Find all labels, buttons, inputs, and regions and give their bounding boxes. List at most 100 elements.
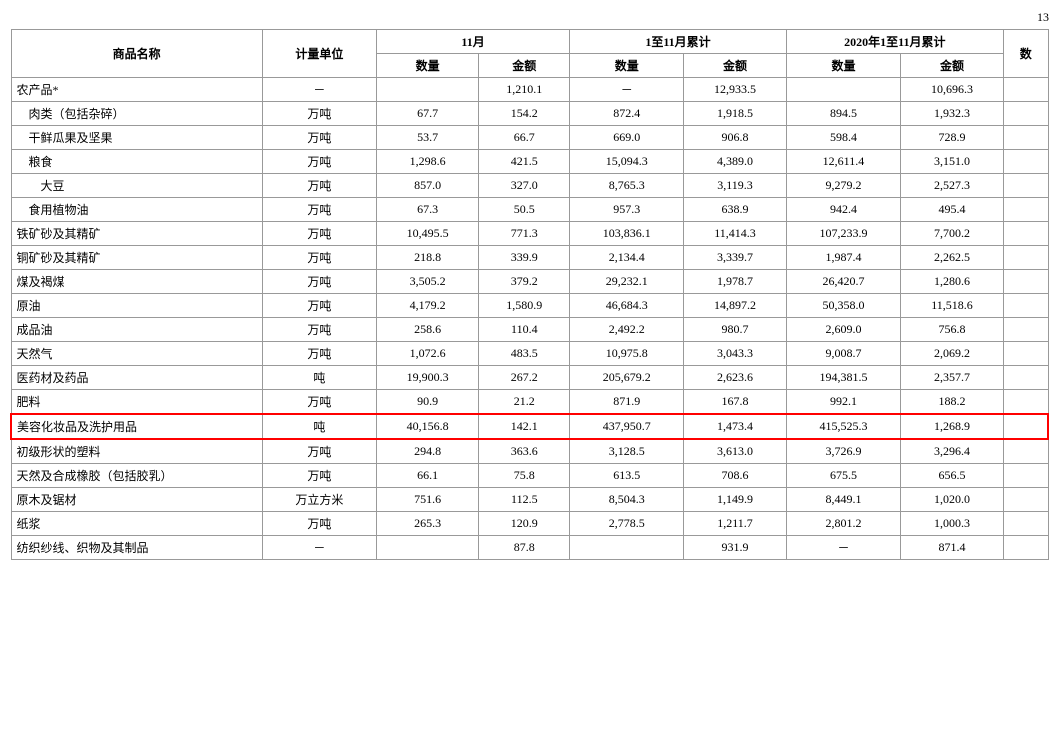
- cell-name: 天然气: [11, 342, 262, 366]
- cell-ratio: [1003, 366, 1048, 390]
- cell-ratio: [1003, 390, 1048, 415]
- cell-ratio: [1003, 464, 1048, 488]
- cell-nov-qty: 857.0: [376, 174, 478, 198]
- cell-ytd-qty: 15,094.3: [570, 150, 684, 174]
- cell-ytd-qty: 437,950.7: [570, 414, 684, 439]
- cell-ytd-amt: 4,389.0: [684, 150, 786, 174]
- cell-unit: 吨: [262, 414, 376, 439]
- cell-ytd-qty: 613.5: [570, 464, 684, 488]
- cell-ytd-qty: 8,504.3: [570, 488, 684, 512]
- cell-prev-ytd-amt: 728.9: [901, 126, 1004, 150]
- cell-ytd-amt: 1,918.5: [684, 102, 786, 126]
- cell-ytd-amt: 12,933.5: [684, 78, 786, 102]
- cell-prev-ytd-qty: 894.5: [786, 102, 900, 126]
- cell-ratio: [1003, 102, 1048, 126]
- table-row: 医药材及药品吨19,900.3267.2205,679.22,623.6194,…: [11, 366, 1048, 390]
- cell-ytd-qty: 872.4: [570, 102, 684, 126]
- cell-nov-qty: 751.6: [376, 488, 478, 512]
- col-header-ratio: 数: [1003, 30, 1048, 78]
- cell-ytd-amt: 906.8: [684, 126, 786, 150]
- header-row-1: 商品名称 计量单位 11月 1至11月累计 2020年1至11月累计 数: [11, 30, 1048, 54]
- cell-prev-ytd-qty: 8,449.1: [786, 488, 900, 512]
- col-header-ytd: 1至11月累计: [570, 30, 787, 54]
- cell-nov-amt: 66.7: [479, 126, 570, 150]
- col-subheader-ytd-amt: 金额: [684, 54, 786, 78]
- cell-unit: 万吨: [262, 439, 376, 464]
- cell-ratio: [1003, 270, 1048, 294]
- cell-nov-amt: 1,210.1: [479, 78, 570, 102]
- table-row: 粮食万吨1,298.6421.515,094.34,389.012,611.43…: [11, 150, 1048, 174]
- cell-nov-qty: 67.3: [376, 198, 478, 222]
- cell-unit: 万吨: [262, 318, 376, 342]
- cell-prev-ytd-amt: 1,020.0: [901, 488, 1004, 512]
- cell-nov-qty: 1,072.6: [376, 342, 478, 366]
- col-header-unit: 计量单位: [262, 30, 376, 78]
- cell-nov-qty: 90.9: [376, 390, 478, 415]
- cell-prev-ytd-amt: 11,518.6: [901, 294, 1004, 318]
- cell-nov-qty: 258.6: [376, 318, 478, 342]
- col-subheader-ytd-qty: 数量: [570, 54, 684, 78]
- page-number: 13: [10, 10, 1049, 25]
- cell-ytd-qty: 46,684.3: [570, 294, 684, 318]
- cell-prev-ytd-qty: 3,726.9: [786, 439, 900, 464]
- cell-unit: －: [262, 78, 376, 102]
- table-row: 成品油万吨258.6110.42,492.2980.72,609.0756.8: [11, 318, 1048, 342]
- table-row: 纺织纱线、织物及其制品－87.8931.9－871.4: [11, 536, 1048, 560]
- cell-nov-amt: 421.5: [479, 150, 570, 174]
- cell-nov-qty: 19,900.3: [376, 366, 478, 390]
- cell-nov-amt: 379.2: [479, 270, 570, 294]
- cell-name: 肥料: [11, 390, 262, 415]
- cell-unit: 万吨: [262, 390, 376, 415]
- cell-ratio: [1003, 439, 1048, 464]
- cell-prev-ytd-qty: 26,420.7: [786, 270, 900, 294]
- cell-name: 煤及褐煤: [11, 270, 262, 294]
- cell-ytd-qty: [570, 536, 684, 560]
- cell-prev-ytd-qty: 1,987.4: [786, 246, 900, 270]
- cell-prev-ytd-amt: 10,696.3: [901, 78, 1004, 102]
- cell-ytd-qty: 205,679.2: [570, 366, 684, 390]
- cell-ytd-qty: 3,128.5: [570, 439, 684, 464]
- cell-ytd-qty: 2,492.2: [570, 318, 684, 342]
- cell-nov-qty: 4,179.2: [376, 294, 478, 318]
- table-row: 农产品*－1,210.1－12,933.510,696.3: [11, 78, 1048, 102]
- cell-prev-ytd-qty: 942.4: [786, 198, 900, 222]
- table-row: 原油万吨4,179.21,580.946,684.314,897.250,358…: [11, 294, 1048, 318]
- cell-ratio: [1003, 318, 1048, 342]
- cell-ytd-amt: 931.9: [684, 536, 786, 560]
- cell-ratio: [1003, 342, 1048, 366]
- cell-nov-amt: 363.6: [479, 439, 570, 464]
- cell-ratio: [1003, 294, 1048, 318]
- cell-prev-ytd-amt: 2,527.3: [901, 174, 1004, 198]
- cell-nov-qty: 66.1: [376, 464, 478, 488]
- cell-prev-ytd-amt: 7,700.2: [901, 222, 1004, 246]
- cell-ytd-amt: 11,414.3: [684, 222, 786, 246]
- cell-nov-qty: 218.8: [376, 246, 478, 270]
- cell-name: 医药材及药品: [11, 366, 262, 390]
- cell-nov-qty: [376, 78, 478, 102]
- cell-nov-qty: 10,495.5: [376, 222, 478, 246]
- cell-ytd-amt: 638.9: [684, 198, 786, 222]
- cell-name: 成品油: [11, 318, 262, 342]
- cell-nov-qty: [376, 536, 478, 560]
- cell-name: 原油: [11, 294, 262, 318]
- cell-nov-amt: 267.2: [479, 366, 570, 390]
- cell-ytd-qty: 2,134.4: [570, 246, 684, 270]
- data-table: 商品名称 计量单位 11月 1至11月累计 2020年1至11月累计 数 数量 …: [10, 29, 1049, 560]
- cell-name: 农产品*: [11, 78, 262, 102]
- cell-nov-amt: 339.9: [479, 246, 570, 270]
- table-row: 初级形状的塑料万吨294.8363.63,128.53,613.03,726.9…: [11, 439, 1048, 464]
- cell-name: 美容化妆品及洗护用品: [11, 414, 262, 439]
- cell-ratio: [1003, 198, 1048, 222]
- cell-prev-ytd-amt: 495.4: [901, 198, 1004, 222]
- col-subheader-nov-amt: 金额: [479, 54, 570, 78]
- col-header-name: 商品名称: [11, 30, 262, 78]
- cell-unit: 万吨: [262, 246, 376, 270]
- cell-name: 天然及合成橡胶（包括胶乳）: [11, 464, 262, 488]
- col-subheader-prev-ytd-amt: 金额: [901, 54, 1004, 78]
- cell-name: 粮食: [11, 150, 262, 174]
- cell-ytd-qty: 871.9: [570, 390, 684, 415]
- cell-ratio: [1003, 246, 1048, 270]
- cell-ytd-amt: 3,119.3: [684, 174, 786, 198]
- cell-nov-amt: 771.3: [479, 222, 570, 246]
- cell-prev-ytd-amt: 1,280.6: [901, 270, 1004, 294]
